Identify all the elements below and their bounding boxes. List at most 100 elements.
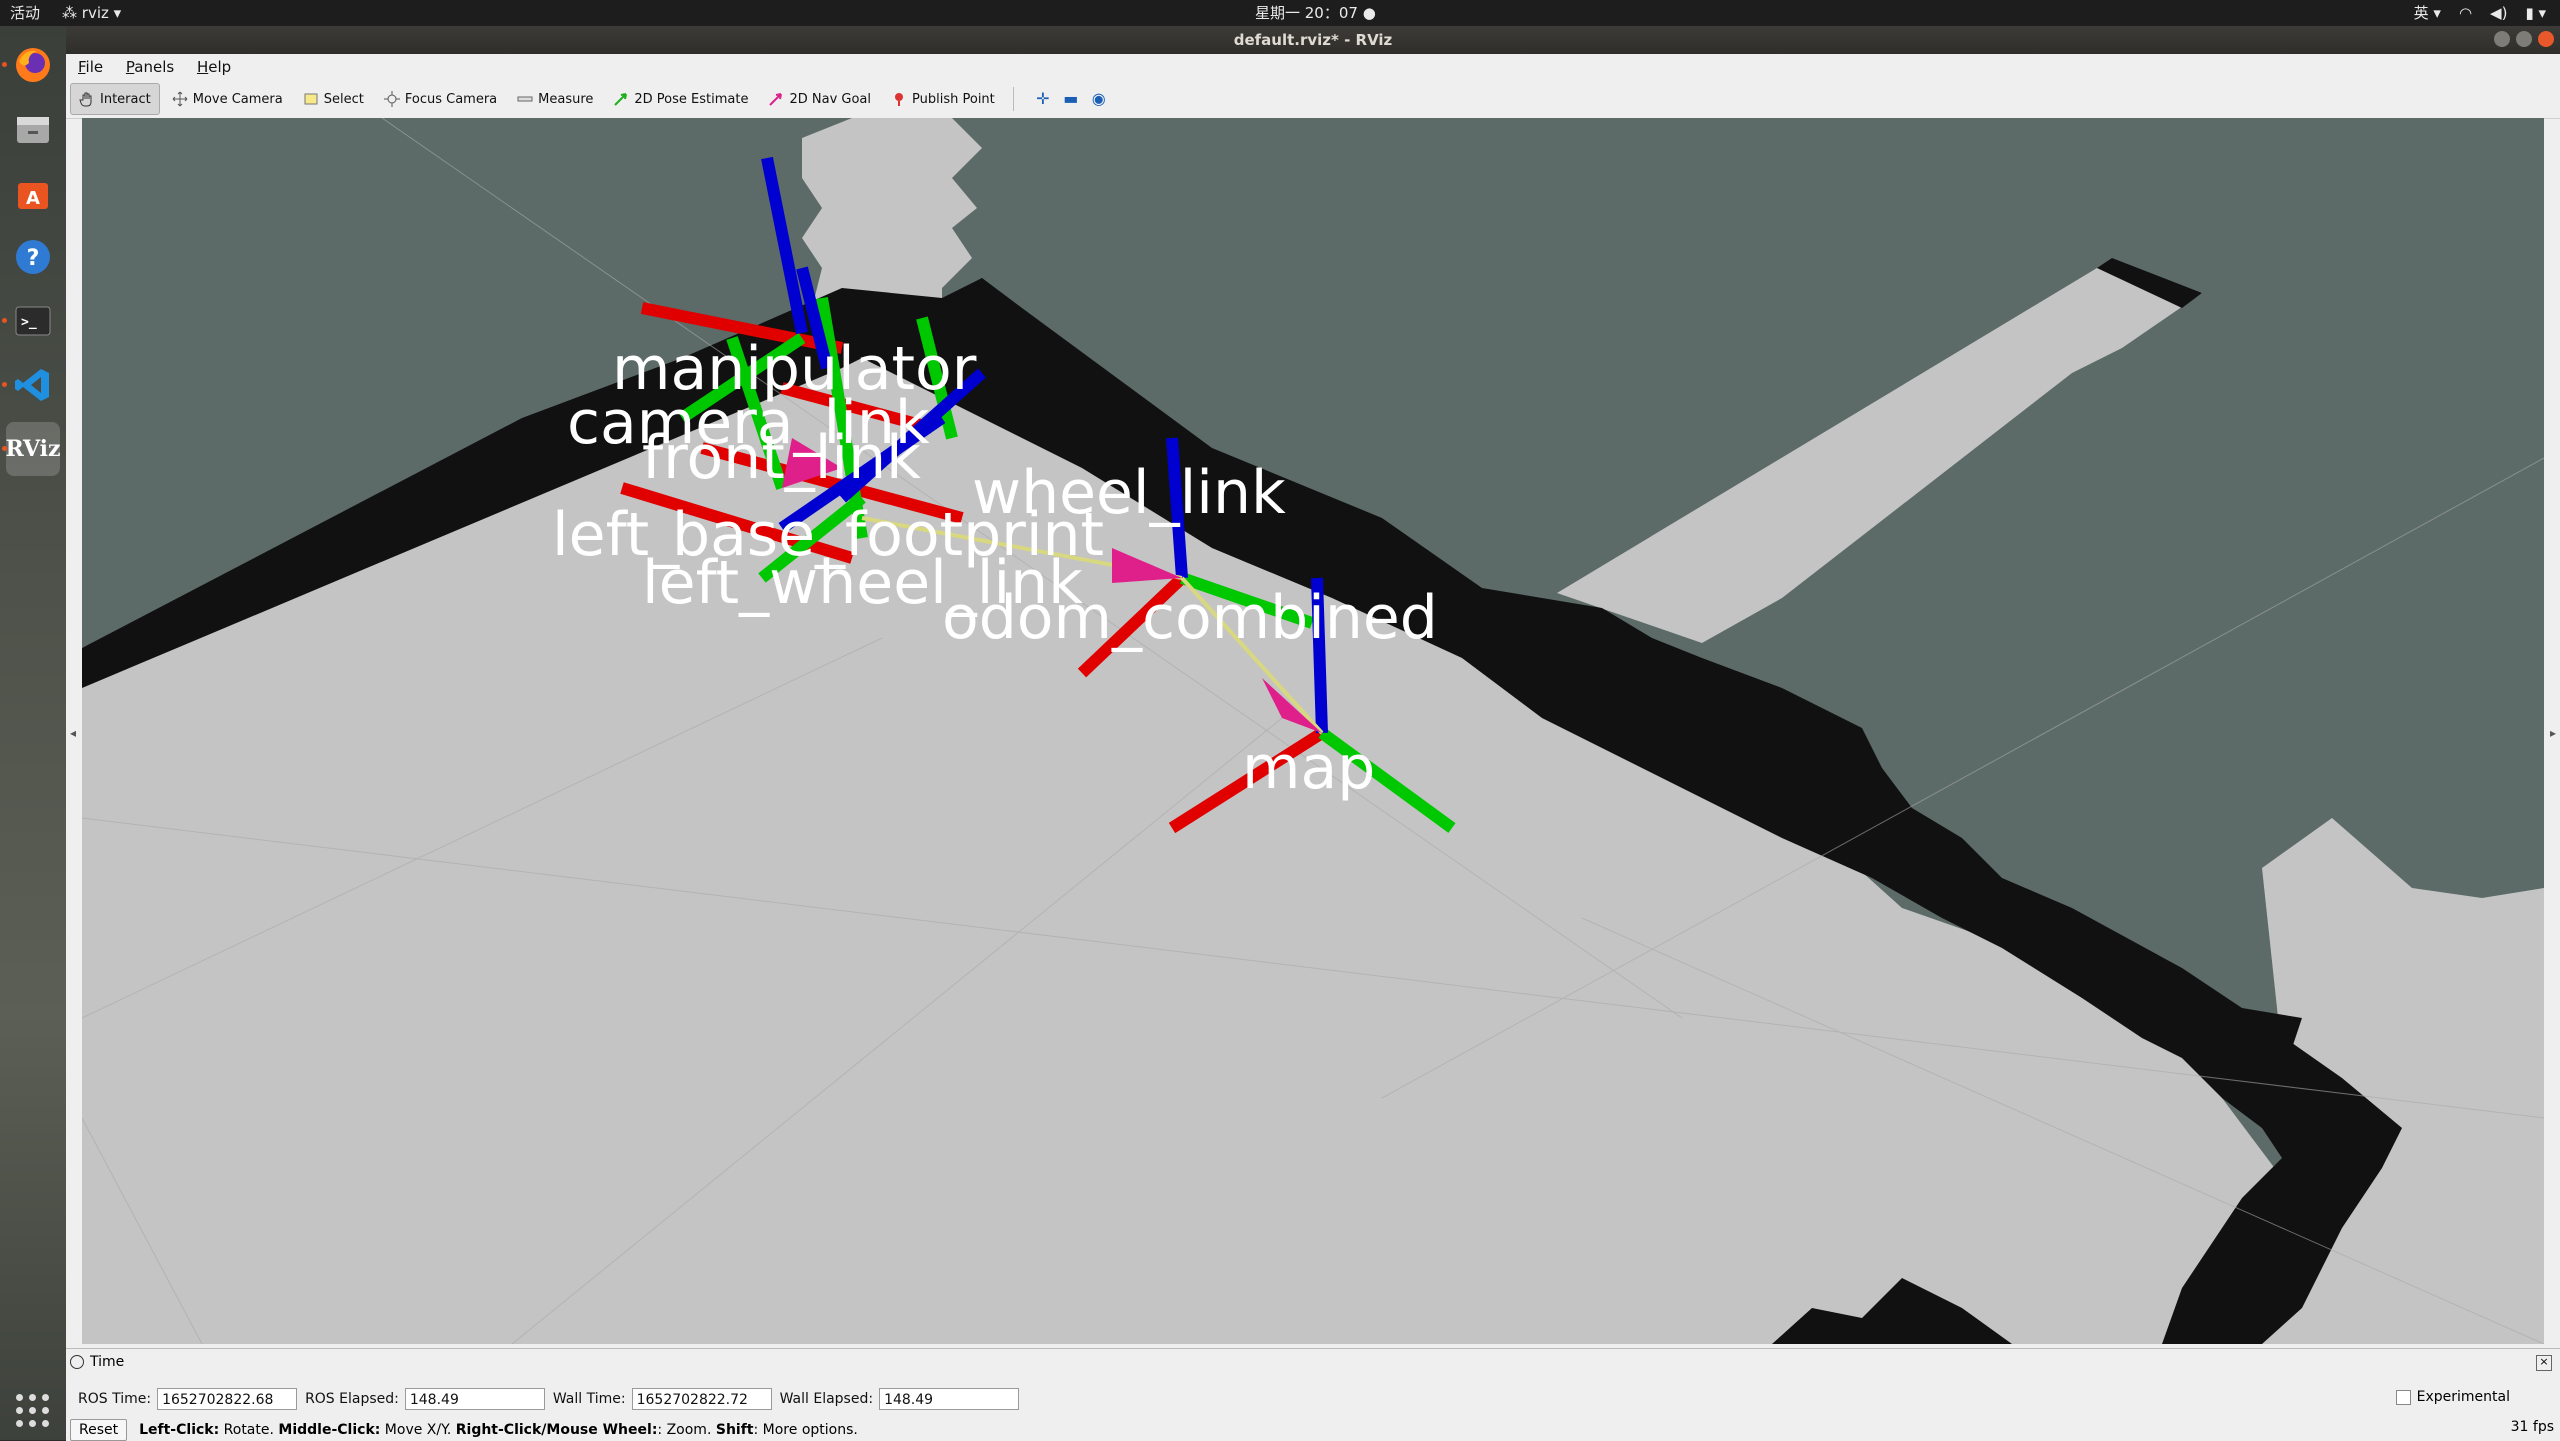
tool-measure[interactable]: Measure [509,84,601,114]
tool-select[interactable]: Select [295,84,372,114]
right-dock-collapse-icon[interactable]: ▸ [2550,726,2558,740]
volume-icon[interactable]: ◀) [2490,0,2507,26]
system-top-bar: 活动 ⁂ rviz ▾ 星期一 20：07 ● 英 ▾ ◠ ◀) ▮ ▾ [0,0,2560,26]
svg-text:A: A [26,188,40,209]
tool-interact[interactable]: Interact [70,83,160,115]
firefox-icon[interactable] [6,38,60,92]
focus-camera-icon [383,91,400,107]
system-tray[interactable]: 英 ▾ ◠ ◀) ▮ ▾ [2414,0,2546,26]
tool-focus-camera[interactable]: Focus Camera [376,84,505,114]
app-menu[interactable]: ⁂ rviz ▾ [62,0,121,26]
input-method-label: 英 [2413,4,2429,22]
tool-move-camera[interactable]: Move Camera [164,84,291,114]
activities-button[interactable]: 活动 [10,0,40,26]
experimental-checkbox-box[interactable] [2395,1389,2411,1405]
help-icon[interactable]: ? [6,230,60,284]
tool-focus-camera-label: Focus Camera [404,91,498,107]
ros-elapsed-label: ROS Elapsed: [305,1391,399,1407]
clock-label: 星期一 20：07 [1255,4,1358,22]
hint-left-key: Left-Click: [139,1422,220,1438]
ruler-icon [517,91,533,107]
reset-button[interactable]: Reset [70,1419,128,1441]
menu-file[interactable]: File [78,54,103,80]
hint-middle-text: Move X/Y. [380,1422,456,1438]
tool-properties-icon[interactable]: ◉ [1090,90,1108,108]
tool-interact-label: Interact [100,91,151,107]
tool-2d-pose-estimate[interactable]: 2D Pose Estimate [605,84,756,114]
wall-elapsed-field[interactable]: 148.49 [879,1388,1020,1410]
ros-elapsed-field[interactable]: 148.49 [404,1388,545,1410]
ros-time-field[interactable]: 1652702822.68 [157,1388,298,1410]
window-title: default.rviz* - RViz [1233,31,1393,49]
move-camera-icon [172,91,188,107]
clock[interactable]: 星期一 20：07 ● [1255,0,1376,26]
time-fields-row: ROS Time: 1652702822.68 ROS Elapsed: 148… [78,1385,1027,1413]
software-store-icon[interactable]: A [6,166,60,220]
tf-label-front-link: front_link [642,423,921,493]
tf-label-map: map [1242,733,1376,803]
hint-shift-key: Shift [715,1422,754,1438]
status-hint: Left-Click: Rotate. Middle-Click: Move X… [139,1422,858,1438]
tool-publish-point[interactable]: Publish Point [883,84,1003,114]
svg-text:?: ? [27,246,40,271]
hint-right-key: Right-Click/Mouse Wheel: [455,1422,658,1438]
tool-publish-point-label: Publish Point [912,91,995,107]
time-panel: Time × ROS Time: 1652702822.68 ROS Elaps… [66,1348,2560,1441]
remove-tool-icon[interactable]: ▬ [1062,90,1080,108]
clock-icon [70,1355,84,1369]
tool-2d-nav-goal-label: 2D Nav Goal [789,91,872,107]
input-method-indicator[interactable]: 英 ▾ [2414,0,2441,26]
experimental-label: Experimental [2416,1389,2510,1405]
rviz-small-icon: ⁂ [62,4,82,22]
wall-time-field[interactable]: 1652702822.72 [631,1388,772,1410]
tool-2d-nav-goal[interactable]: 2D Nav Goal [760,84,879,114]
app-menu-label: rviz [81,4,109,22]
tool-bar: Interact Move Camera Select Focus Camera… [66,80,2560,119]
close-button[interactable] [2538,31,2554,47]
vscode-icon[interactable] [6,358,60,412]
tool-measure-label: Measure [538,91,594,107]
tf-labels: manipulator camera_link front_link wheel… [82,118,2544,1344]
hint-shift-text: : More options. [753,1422,858,1438]
toolbar-separator [1012,87,1014,111]
experimental-checkbox[interactable]: Experimental [2395,1389,2510,1405]
maximize-button[interactable] [2516,31,2532,47]
svg-text:>_: >_ [21,315,37,330]
add-tool-icon[interactable]: ✛ [1034,90,1052,108]
menu-panels[interactable]: Panels [126,54,174,80]
menu-bar: File Panels Help [66,54,2560,80]
tool-2d-pose-estimate-label: 2D Pose Estimate [634,91,749,107]
minimize-button[interactable] [2494,31,2510,47]
menu-help[interactable]: Help [197,54,231,80]
rviz-window: default.rviz* - RViz File Panels Help In… [66,26,2560,1441]
status-bar: Reset Left-Click: Rotate. Middle-Click: … [70,1419,2556,1441]
pin-icon [891,91,907,107]
pink-arrow-icon [768,91,784,107]
3d-render-viewport[interactable]: manipulator camera_link front_link wheel… [82,118,2544,1344]
hint-middle-key: Middle-Click: [278,1422,381,1438]
wall-time-label: Wall Time: [552,1391,626,1407]
time-panel-close-button[interactable]: × [2536,1355,2552,1371]
left-dock-collapse-icon[interactable]: ◂ [70,726,78,740]
application-dock: A ? >_ RViz [0,26,66,1440]
wifi-icon[interactable]: ◠ [2459,0,2472,26]
time-panel-title: Time [90,1354,125,1370]
battery-icon[interactable]: ▮ ▾ [2525,0,2546,26]
tool-select-label: Select [323,91,364,107]
files-icon[interactable] [6,102,60,156]
fps-counter: 31 fps [2510,1419,2554,1435]
select-icon [303,91,319,107]
green-arrow-icon [613,91,629,107]
hand-icon [79,91,95,107]
terminal-icon[interactable]: >_ [6,294,60,348]
window-titlebar[interactable]: default.rviz* - RViz [66,26,2560,54]
hint-right-text: : Zoom. [657,1422,716,1438]
show-applications-icon[interactable] [16,1394,50,1428]
time-panel-header: Time × [70,1351,2556,1373]
wall-elapsed-label: Wall Elapsed: [779,1391,874,1407]
ros-time-label: ROS Time: [78,1391,152,1407]
tf-label-odom-combined: odom_combined [942,583,1438,653]
rviz-icon[interactable]: RViz [5,422,61,476]
tool-move-camera-label: Move Camera [192,91,283,107]
hint-left-text: Rotate. [219,1422,279,1438]
